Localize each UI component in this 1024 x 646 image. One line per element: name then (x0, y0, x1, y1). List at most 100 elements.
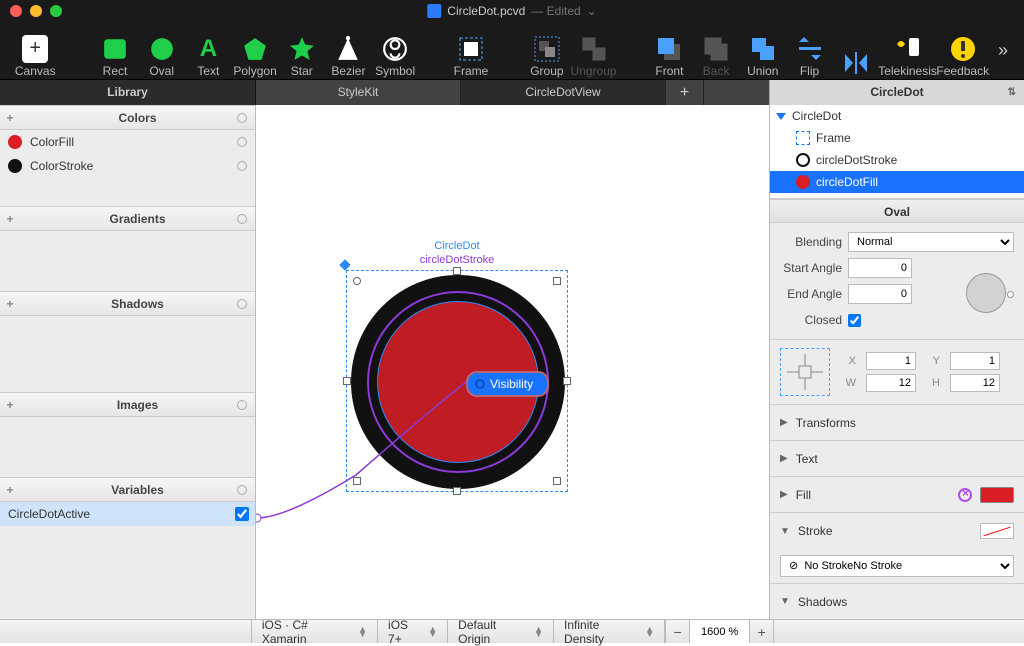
variable-item-circledotactive[interactable]: CircleDotActive (0, 502, 255, 526)
resize-handle-bm[interactable] (453, 487, 461, 495)
visibility-pill[interactable]: Visibility (466, 371, 549, 397)
tab-stylekit[interactable]: StyleKit (256, 80, 461, 105)
tree-item-stroke[interactable]: circleDotStroke (770, 149, 1024, 171)
zoom-window[interactable] (50, 5, 62, 17)
canvas[interactable]: CircleDot circleDotStroke (256, 105, 769, 619)
closed-checkbox[interactable] (848, 314, 861, 327)
feedback-tool[interactable]: Feedback (936, 24, 990, 78)
zoom-out-button[interactable]: − (665, 620, 689, 643)
fill-section[interactable]: ▶ Fill (770, 477, 1024, 513)
tab-document[interactable]: CircleDotView (461, 80, 666, 105)
resize-handle-tr[interactable] (553, 277, 561, 285)
flip-tool[interactable]: Flip (786, 24, 833, 78)
resize-handle-tl[interactable] (353, 277, 361, 285)
h-input[interactable] (950, 374, 1000, 392)
section-options-icon[interactable] (237, 400, 247, 410)
resize-handle-bl[interactable] (353, 477, 361, 485)
resize-handle-rm[interactable] (563, 377, 571, 385)
minimize-window[interactable] (30, 5, 42, 17)
mirror-tool[interactable] (833, 24, 880, 78)
variables-section-header[interactable]: + Variables (0, 477, 255, 502)
bezier-tool[interactable]: Bezier (325, 24, 372, 78)
union-tool[interactable]: Union (739, 24, 786, 78)
colors-section-header[interactable]: + Colors (0, 105, 255, 130)
text-tool[interactable]: A Text (185, 24, 232, 78)
y-input[interactable] (950, 352, 1000, 370)
fill-swatch[interactable] (980, 487, 1014, 503)
origin-selector[interactable]: Default Origin▲▼ (448, 620, 554, 643)
section-options-icon[interactable] (237, 113, 247, 123)
w-input[interactable] (866, 374, 916, 392)
star-tool[interactable]: Star (278, 24, 325, 78)
x-input[interactable] (866, 352, 916, 370)
document-edited-label[interactable]: — Edited (531, 4, 580, 18)
resize-handle-tm[interactable] (453, 267, 461, 275)
document-icon (427, 4, 441, 18)
add-gradient-icon[interactable]: + (0, 212, 20, 226)
variables-header-label: Variables (20, 483, 255, 497)
add-shadow-icon[interactable]: + (0, 297, 20, 311)
close-window[interactable] (10, 5, 22, 17)
tree-item-fill[interactable]: circleDotFill (770, 171, 1024, 193)
variable-checkbox[interactable] (235, 507, 249, 521)
shadows-section-header[interactable]: + Shadows (0, 291, 255, 316)
oval-section-header: Oval (770, 199, 1024, 223)
disclosure-icon[interactable] (776, 113, 786, 120)
stroke-section[interactable]: ▼ Stroke (770, 513, 1024, 549)
group-tool[interactable]: Group (524, 24, 571, 78)
resize-handle-br[interactable] (553, 477, 561, 485)
add-color-icon[interactable]: + (0, 111, 20, 125)
text-section[interactable]: ▶ Text (770, 441, 1024, 477)
transforms-section[interactable]: ▶ Transforms (770, 405, 1024, 441)
disclosure-right-icon: ▶ (780, 453, 788, 464)
gradients-section-header[interactable]: + Gradients (0, 206, 255, 231)
autoresize-widget[interactable] (780, 348, 830, 396)
main-area: + Colors ColorFill ColorStroke + Gradien… (0, 105, 1024, 619)
inspector-title[interactable]: CircleDot (769, 80, 1024, 105)
platform-selector[interactable]: iOS · C# Xamarin▲▼ (252, 620, 378, 643)
add-image-icon[interactable]: + (0, 398, 20, 412)
frame-tool[interactable]: Frame (448, 24, 495, 78)
frame-label: Frame (454, 64, 489, 78)
color-item-fill[interactable]: ColorFill (0, 130, 255, 154)
polygon-tool[interactable]: Polygon (232, 24, 279, 78)
angle-preview-icon[interactable] (966, 273, 1006, 313)
angle-handle-icon[interactable] (1007, 291, 1014, 298)
tab-add[interactable]: + (666, 80, 704, 105)
rotation-handle[interactable] (339, 259, 350, 270)
tree-item-frame[interactable]: Frame (770, 127, 1024, 149)
telekinesis-tool[interactable]: Telekinesis (880, 24, 936, 78)
resize-handle-lm[interactable] (343, 377, 351, 385)
front-tool[interactable]: Front (646, 24, 693, 78)
stroke-type-select[interactable]: ⊘ No StrokeNo Stroke (780, 555, 1014, 577)
rect-tool[interactable]: Rect (92, 24, 139, 78)
section-options-icon[interactable] (237, 214, 247, 224)
images-section-header[interactable]: + Images (0, 392, 255, 417)
density-selector[interactable]: Infinite Density▲▼ (554, 620, 665, 643)
fill-variable-icon[interactable] (958, 488, 972, 502)
symbol-label: Symbol (375, 64, 415, 78)
oval-tool[interactable]: Oval (138, 24, 185, 78)
shadows-header-label: Shadows (20, 297, 255, 311)
section-options-icon[interactable] (237, 485, 247, 495)
flip-icon (797, 36, 823, 62)
item-options-icon[interactable] (237, 137, 247, 147)
canvas-tool[interactable]: + Canvas (8, 24, 62, 78)
toolbar-overflow-icon[interactable]: » (990, 40, 1016, 61)
item-options-icon[interactable] (237, 161, 247, 171)
front-icon (656, 36, 682, 62)
shadows-section[interactable]: ▼ Shadows (770, 583, 1024, 619)
symbol-tool[interactable]: Symbol (372, 24, 419, 78)
end-angle-input[interactable] (848, 284, 912, 304)
tree-root[interactable]: CircleDot (770, 105, 1024, 127)
section-options-icon[interactable] (237, 299, 247, 309)
blending-select[interactable]: Normal (848, 232, 1014, 252)
title-chevron-icon[interactable]: ⌄ (587, 4, 597, 18)
stroke-swatch[interactable] (980, 523, 1014, 539)
add-variable-icon[interactable]: + (0, 483, 20, 497)
zoom-in-button[interactable]: + (749, 620, 773, 643)
os-selector[interactable]: iOS 7+▲▼ (378, 620, 448, 643)
start-angle-input[interactable] (848, 258, 912, 278)
zoom-input[interactable] (689, 620, 749, 643)
color-item-stroke[interactable]: ColorStroke (0, 154, 255, 178)
